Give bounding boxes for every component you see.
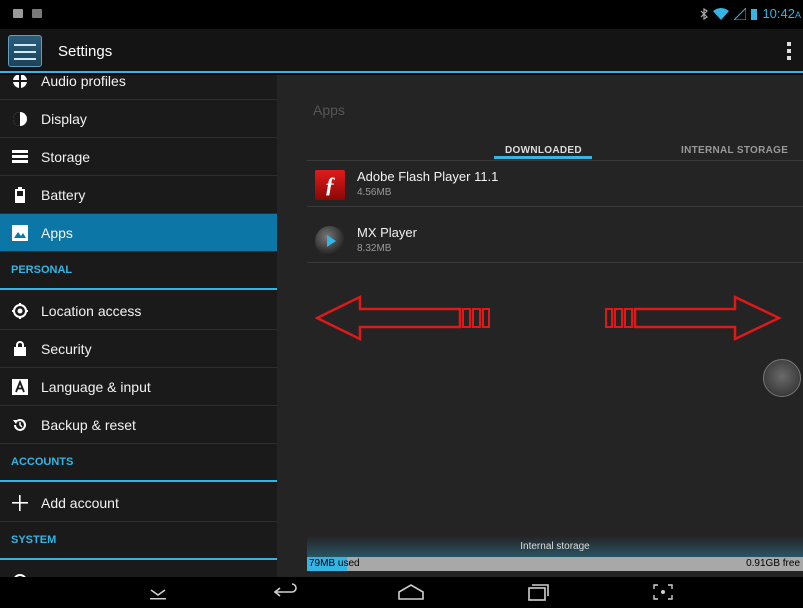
apps-panel: Apps DOWNLOADED INTERNAL STORAGE ƒ Adobe… [277,75,803,577]
storage-bar: 79MB used 0.91GB free [307,557,803,571]
app-list-item[interactable]: MX Player 8.32MB [307,219,803,263]
sidebar-item-storage[interactable]: Storage [0,138,277,176]
sidebar-item-location-access[interactable]: Location access [0,292,277,330]
settings-app-icon[interactable] [8,35,42,67]
tab-downloaded[interactable]: DOWNLOADED [505,145,582,156]
overflow-menu-icon[interactable] [787,42,791,60]
backup-icon [12,417,28,433]
sidebar-item-add-account[interactable]: Add account [0,484,277,522]
tab-internal-storage[interactable]: INTERNAL STORAGE [681,145,788,156]
home-icon[interactable] [397,583,425,601]
storage-used-text: 79MB used [309,558,360,569]
page-title: Apps [313,102,345,118]
location-icon [12,302,28,319]
section-header-system: SYSTEM [0,522,277,560]
sidebar-item-display[interactable]: Display [0,100,277,138]
left-arrow-annotation [315,294,490,342]
battery-icon [751,8,758,20]
settings-sidebar: Audio profiles Display Storage Battery A… [0,75,277,577]
bluetooth-icon [701,7,709,20]
clock: 10:42A [762,6,801,21]
notification-icon [13,9,23,18]
sidebar-item-battery[interactable]: Battery [0,176,277,214]
storage-icon [12,149,28,165]
sidebar-item-security[interactable]: Security [0,330,277,368]
section-header-accounts: ACCOUNTS [0,444,277,482]
fast-scroll-handle[interactable] [763,359,801,397]
image-notification-icon [32,9,42,18]
mx-player-icon [315,226,345,256]
sidebar-item-audio-profiles[interactable]: Audio profiles [0,75,277,100]
navigation-bar [0,577,803,608]
action-bar: Settings [0,29,803,73]
sidebar-item-apps[interactable]: Apps [0,214,277,252]
sidebar-item-language-input[interactable]: Language & input [0,368,277,406]
hide-keyboard-icon[interactable] [146,583,170,601]
wifi-icon [713,7,730,20]
tab-indicator [494,156,592,159]
apps-icon [12,224,28,241]
lock-icon [12,341,28,357]
sidebar-item-partial[interactable] [0,562,277,577]
storage-free-text: 0.91GB free [746,558,800,569]
right-arrow-annotation [605,295,782,341]
tab-bar: DOWNLOADED INTERNAL STORAGE [307,145,803,161]
sidebar-item-backup-reset[interactable]: Backup & reset [0,406,277,444]
add-icon [12,494,28,511]
audio-profiles-icon [12,75,28,89]
storage-label: Internal storage [520,541,590,552]
recent-apps-icon[interactable] [526,583,550,601]
flash-icon: ƒ [315,170,345,200]
status-bar: 10:42A [0,0,803,29]
language-icon [12,378,28,395]
section-header-personal: PERSONAL [0,252,277,290]
signal-icon [734,7,747,20]
back-icon[interactable] [272,583,298,601]
battery-icon [12,186,28,203]
app-title: Settings [58,43,113,60]
screenshot-icon[interactable] [652,583,674,601]
display-icon [12,111,28,127]
app-list-item[interactable]: ƒ Adobe Flash Player 11.1 4.56MB [307,163,803,207]
